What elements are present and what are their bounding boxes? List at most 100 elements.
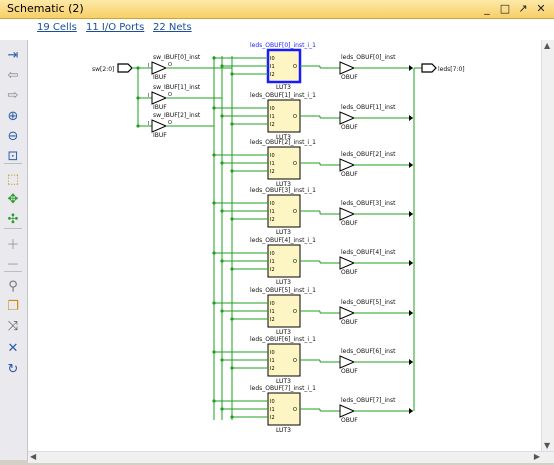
scroll-right-icon[interactable]: ▶ — [534, 452, 540, 461]
lut-pin-label: I0 — [270, 201, 275, 207]
output-port-label: leds[7:0] — [438, 66, 465, 73]
net-junction — [212, 251, 216, 255]
lut-pin-label: I1 — [270, 64, 275, 70]
obuf-symbol — [339, 61, 356, 75]
ibuf-name: sw_IBUF[1]_inst — [153, 84, 201, 91]
nets-link[interactable]: 22 Nets — [153, 22, 192, 33]
net-junction — [230, 415, 234, 419]
net-junction — [212, 201, 216, 205]
net-junction — [136, 96, 140, 100]
forward-arrow-button[interactable]: ⇨ — [4, 86, 22, 104]
lut-name: leds_OBUF[5]_inst_i_1 — [250, 287, 316, 294]
schematic-window: Schematic (2) _ □ ↗ ✕ 19 Cells 11 I/O Po… — [0, 0, 554, 465]
lut-pin-label: O — [293, 259, 297, 265]
lut-pin-label: I2 — [270, 72, 275, 78]
obuf-symbol — [339, 158, 356, 172]
cells-link[interactable]: 19 Cells — [37, 22, 77, 33]
fit-in-icon: ⇥ — [7, 47, 19, 63]
zoom-in-button[interactable]: ⊕ — [4, 107, 22, 125]
schematic-toolbar: ⇥ ⇦ ⇨ ⊕ ⊖ ⊡ ⬚ ✥ ✣ ＋ － ⚲ ❐ ⤨ ✕ ↻ — [0, 40, 28, 460]
net-junction — [212, 301, 216, 305]
fit-in-button[interactable]: ⇥ — [4, 46, 22, 64]
obuf-name: leds_OBUF[3]_inst — [341, 200, 396, 207]
float-button[interactable]: ↗ — [516, 1, 530, 16]
lut-name: leds_OBUF[1]_inst_i_1 — [250, 92, 316, 99]
net-junction — [220, 309, 224, 313]
lut-name: leds_OBUF[7]_inst_i_1 — [250, 385, 316, 392]
select-icon: ⬚ — [6, 171, 20, 187]
net-junction — [212, 399, 216, 403]
lut-pin-label: I0 — [270, 350, 275, 356]
refresh-button[interactable]: ↻ — [4, 360, 22, 378]
search-icon: ⚲ — [8, 278, 18, 294]
lut-pin-label: I2 — [270, 122, 275, 128]
scroll-left-icon[interactable]: ◀ — [30, 452, 36, 461]
net-junction — [212, 350, 216, 354]
lut-pin-label: O — [293, 407, 297, 413]
search-button[interactable]: ⚲ — [4, 277, 22, 295]
lut-pin-label: I0 — [270, 153, 275, 159]
net-junction — [212, 106, 216, 110]
copy-icon: ❐ — [7, 298, 19, 314]
scroll-up-icon[interactable]: ▲ — [544, 41, 550, 50]
lut-pin-label: I2 — [270, 169, 275, 175]
back-arrow-button[interactable]: ⇦ — [4, 66, 22, 84]
ibuf-pin-o: O — [168, 92, 172, 98]
zoom-out-button[interactable]: ⊖ — [4, 127, 22, 145]
lut-name: leds_OBUF[4]_inst_i_1 — [250, 237, 316, 244]
ibuf-pin-i: I — [148, 121, 149, 127]
route-button[interactable]: ⤨ — [4, 317, 22, 335]
zoom-fit-icon: ⊡ — [7, 148, 19, 164]
minimize-button[interactable]: _ — [480, 1, 494, 16]
copy-button[interactable]: ❐ — [4, 297, 22, 315]
obuf-symbol — [339, 355, 356, 369]
expand-button[interactable]: ✥ — [4, 190, 22, 208]
window-title: Schematic (2) — [7, 2, 84, 15]
lut-pin-label: I0 — [270, 399, 275, 405]
horizontal-scrollbar[interactable]: ◀ ▶ — [28, 451, 554, 463]
obuf-name: leds_OBUF[5]_inst — [341, 299, 396, 306]
close-button[interactable]: ✕ — [4, 339, 22, 357]
lut-pin-label: I1 — [270, 407, 275, 413]
remove-button[interactable]: － — [4, 254, 22, 273]
add-button[interactable]: ＋ — [4, 234, 22, 253]
net-arrow — [409, 115, 413, 121]
route-icon: ⤨ — [7, 318, 19, 334]
forward-arrow-icon: ⇨ — [7, 87, 19, 103]
lut-name: leds_OBUF[2]_inst_i_1 — [250, 139, 316, 146]
lut-type: LUT3 — [276, 279, 291, 286]
lut-pin-label: O — [293, 309, 297, 315]
expand-icon: ✥ — [7, 191, 19, 207]
obuf-type: OBUF — [341, 74, 358, 81]
obuf-type: OBUF — [341, 124, 358, 131]
lut-pin-label: O — [293, 358, 297, 364]
net-junction — [230, 366, 234, 370]
net-junction — [230, 267, 234, 271]
obuf-type: OBUF — [341, 319, 358, 326]
ibuf-symbol — [151, 61, 168, 75]
net-junction — [220, 407, 224, 411]
obuf-type: OBUF — [341, 269, 358, 276]
ibuf-type: IBUF — [153, 74, 167, 81]
lut-pin-label: I1 — [270, 114, 275, 120]
remove-icon: － — [6, 257, 20, 273]
lut-type: LUT3 — [276, 378, 291, 385]
title-bar: Schematic (2) _ □ ↗ ✕ — [0, 0, 554, 19]
net-junction — [230, 169, 234, 173]
scroll-down-icon[interactable]: ▼ — [544, 441, 550, 450]
collapse-button[interactable]: ✣ — [4, 210, 22, 228]
obuf-type: OBUF — [341, 368, 358, 375]
io-ports-link[interactable]: 11 I/O Ports — [86, 22, 144, 33]
maximize-button[interactable]: □ — [498, 1, 512, 16]
close-button[interactable]: ✕ — [534, 1, 548, 16]
net-arrow — [409, 162, 413, 168]
lut-pin-label: I2 — [270, 415, 275, 421]
toolbar-separator — [4, 163, 22, 164]
schematic-canvas[interactable]: sw[2:0] sw_IBUF[0]_inst IBUF I Osw_IBUF[1]_i… — [28, 40, 542, 451]
schematic-diagram[interactable]: sw[2:0] sw_IBUF[0]_inst IBUF I Osw_IBUF[1]_i… — [28, 40, 542, 451]
select-button[interactable]: ⬚ — [4, 170, 22, 188]
vertical-scrollbar[interactable]: ▲ ▼ — [541, 40, 554, 451]
lut-name: leds_OBUF[3]_inst_i_1 — [250, 187, 316, 194]
ibuf-type: IBUF — [153, 132, 167, 139]
ibuf-type: IBUF — [153, 104, 167, 111]
